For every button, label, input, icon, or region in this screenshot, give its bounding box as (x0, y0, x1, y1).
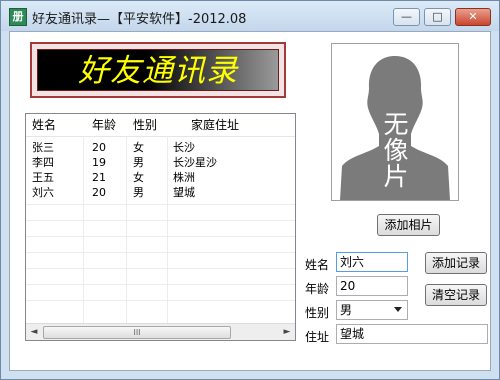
maximize-button[interactable]: □ (424, 8, 451, 26)
cell-gender: 女 (133, 141, 144, 154)
column-header-address[interactable]: 家庭住址 (191, 114, 239, 136)
cell-name: 李四 (32, 156, 54, 169)
age-field[interactable]: 20 (336, 276, 408, 296)
cell-gender: 男 (133, 156, 144, 169)
cell-address: 长沙星沙 (173, 156, 217, 169)
scroll-right-icon[interactable]: ► (279, 324, 295, 340)
cell-address: 株洲 (173, 171, 195, 184)
contacts-list[interactable]: 姓名 年龄 性别 家庭住址 张三 20 女 长沙 李四 19 男 长沙星沙 王五… (25, 113, 296, 341)
table-row[interactable]: 李四 19 男 长沙星沙 (26, 155, 295, 170)
add-record-button[interactable]: 添加记录 (425, 252, 487, 274)
table-row[interactable]: 王五 21 女 株洲 (26, 170, 295, 185)
address-field[interactable]: 望城 (336, 324, 488, 344)
scrollbar-thumb[interactable]: III (43, 326, 231, 339)
cell-name: 王五 (32, 171, 54, 184)
title-banner: 好友通讯录 (30, 42, 286, 98)
row-divider (26, 220, 295, 221)
table-row[interactable]: 刘六 20 男 望城 (26, 185, 295, 200)
cell-address: 望城 (173, 186, 195, 199)
column-header-gender[interactable]: 性别 (133, 114, 157, 136)
gender-label: 性别 (305, 306, 330, 320)
horizontal-scrollbar[interactable]: ◄ III ► (26, 323, 295, 340)
row-divider (26, 284, 295, 285)
cell-name: 刘六 (32, 186, 54, 199)
add-photo-button[interactable]: 添加相片 (377, 214, 440, 236)
cell-age: 21 (92, 171, 106, 184)
cell-gender: 女 (133, 171, 144, 184)
cell-gender: 男 (133, 186, 144, 199)
clear-record-button[interactable]: 清空记录 (425, 284, 487, 306)
cell-age: 20 (92, 186, 106, 199)
gender-select[interactable]: 男 (336, 300, 408, 320)
cell-age: 19 (92, 156, 106, 169)
scroll-left-icon[interactable]: ◄ (26, 324, 42, 340)
close-button[interactable]: ✕ (455, 8, 491, 26)
row-divider (26, 252, 295, 253)
banner-text: 好友通讯录 (78, 53, 238, 89)
name-label: 姓名 (305, 258, 330, 272)
cell-name: 张三 (32, 141, 54, 154)
title-bar[interactable]: 册 好友通讯录—【平安软件】-2012.08 — □ ✕ (1, 1, 499, 31)
window-title: 好友通讯录—【平安软件】-2012.08 (32, 12, 247, 27)
photo-frame: 无像片 (331, 43, 459, 201)
chevron-down-icon[interactable] (394, 307, 402, 312)
gender-selected-value: 男 (340, 303, 353, 317)
address-book-icon: 册 (9, 8, 27, 26)
minimize-button[interactable]: — (393, 8, 420, 26)
column-header-name[interactable]: 姓名 (32, 114, 56, 136)
banner-panel: 好友通讯录 (37, 49, 279, 91)
table-row[interactable]: 张三 20 女 长沙 (26, 140, 295, 155)
column-header-age[interactable]: 年龄 (92, 114, 116, 136)
list-header: 姓名 年龄 性别 家庭住址 (26, 114, 295, 137)
row-divider (26, 268, 295, 269)
cell-address: 长沙 (173, 141, 195, 154)
address-label: 住址 (305, 330, 330, 344)
row-divider (26, 236, 295, 237)
row-divider (26, 300, 295, 301)
photo-placeholder-text: 无像片 (383, 110, 409, 191)
name-field[interactable]: 刘六 (336, 252, 408, 272)
row-divider (26, 204, 295, 205)
cell-age: 20 (92, 141, 106, 154)
age-label: 年龄 (305, 282, 330, 296)
